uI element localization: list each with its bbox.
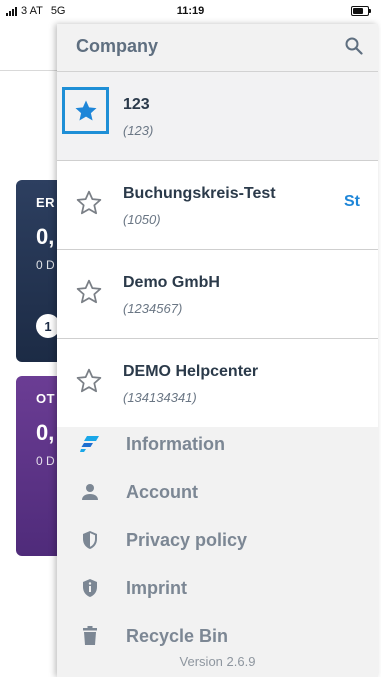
- favorite-toggle[interactable]: [63, 266, 115, 318]
- card-value: 0,: [36, 420, 55, 445]
- menu-item-privacy-policy[interactable]: Privacy policy: [57, 516, 378, 564]
- battery-icon: [351, 6, 371, 16]
- company-code: (134134341): [123, 390, 197, 405]
- shield-icon: [79, 529, 101, 551]
- card-label: ER: [36, 195, 56, 210]
- menu-item-recycle-bin[interactable]: Recycle Bin: [57, 612, 378, 660]
- menu-label: Information: [126, 433, 225, 454]
- search-button[interactable]: [342, 34, 366, 58]
- menu-item-imprint[interactable]: Imprint: [57, 564, 378, 612]
- company-row-demo-gmbh[interactable]: Demo GmbH (1234567): [57, 250, 378, 339]
- card-value: 0,: [36, 224, 55, 249]
- star-outline-icon: [76, 279, 102, 304]
- drawer-menu: Information Account Privacy policy Impri…: [57, 420, 378, 660]
- company-drawer: Company 123 (123) Buchungskreis-Test (10…: [57, 24, 378, 677]
- company-code: (123): [123, 123, 154, 138]
- company-action-link[interactable]: St: [344, 193, 360, 211]
- star-filled-icon: [75, 100, 96, 120]
- account-icon: [79, 481, 101, 503]
- company-name: Buchungskreis-Test: [123, 185, 276, 202]
- company-code: (1050): [123, 212, 161, 227]
- favorite-toggle[interactable]: [63, 177, 115, 229]
- background-divider: [0, 70, 58, 71]
- company-name: DEMO Helpcenter: [123, 363, 259, 380]
- favorite-toggle[interactable]: [63, 355, 115, 407]
- company-row-demo-helpcenter[interactable]: DEMO Helpcenter (134134341): [57, 339, 378, 427]
- card-label: OT: [36, 391, 56, 406]
- info-shield-icon: [79, 577, 101, 599]
- trash-icon: [79, 625, 101, 647]
- card-subtext: 0 D: [36, 454, 55, 468]
- company-row-buchungskreis-test[interactable]: Buchungskreis-Test (1050) St: [57, 161, 378, 250]
- company-code: (1234567): [123, 301, 183, 316]
- drawer-header: Company: [57, 24, 378, 72]
- information-icon: [79, 433, 101, 455]
- menu-label: Recycle Bin: [126, 625, 229, 646]
- menu-label: Account: [126, 481, 198, 502]
- app-version: Version 2.6.9: [179, 654, 256, 669]
- company-row-123[interactable]: 123 (123): [57, 72, 378, 161]
- menu-label: Imprint: [126, 577, 187, 598]
- menu-item-information[interactable]: Information: [57, 420, 378, 468]
- star-outline-icon: [76, 190, 102, 215]
- favorite-toggle[interactable]: [62, 87, 109, 134]
- star-outline-icon: [76, 368, 102, 393]
- status-bar: 3 AT 5G 11:19: [0, 0, 381, 24]
- clock: 11:19: [176, 5, 205, 17]
- menu-item-account[interactable]: Account: [57, 468, 378, 516]
- company-name: Demo GmbH: [123, 274, 220, 291]
- card-subtext: 0 D: [36, 258, 55, 272]
- company-name: 123: [123, 96, 150, 113]
- menu-label: Privacy policy: [126, 529, 248, 550]
- search-icon: [345, 37, 363, 55]
- drawer-title: Company: [76, 36, 159, 56]
